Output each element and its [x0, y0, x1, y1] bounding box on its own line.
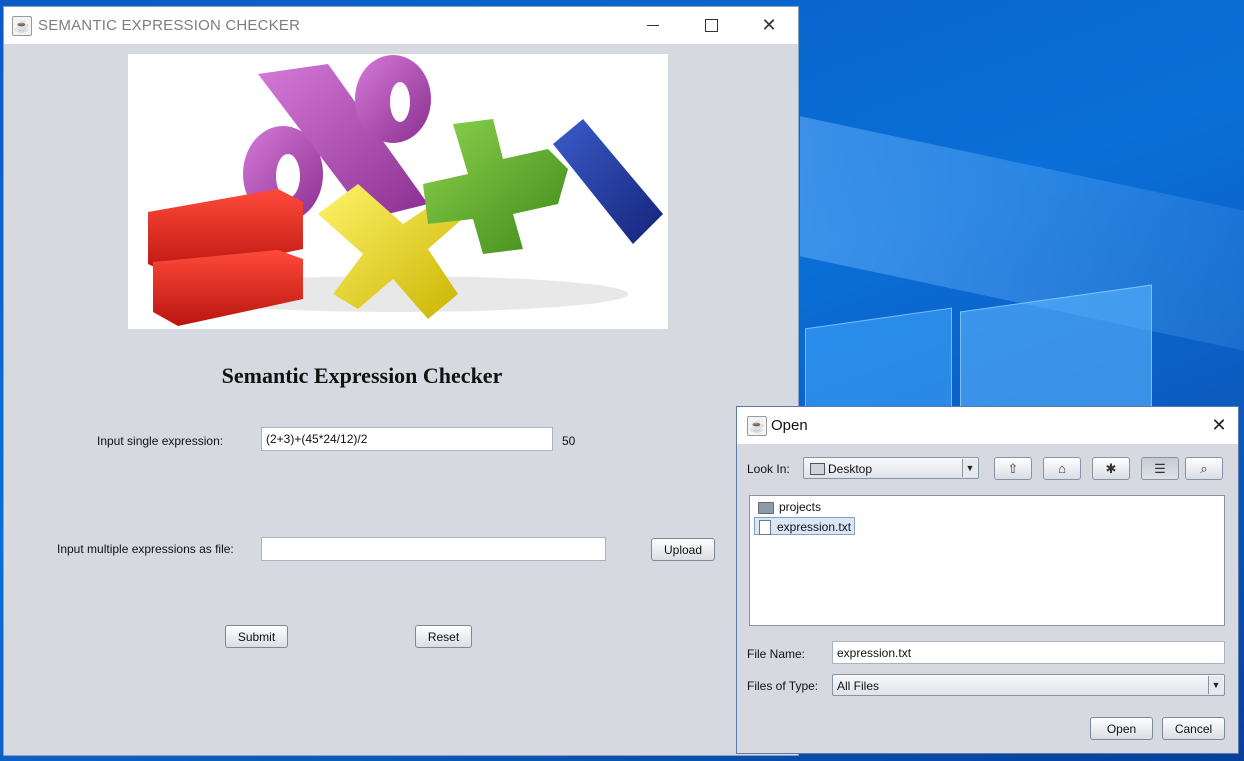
file-icon	[759, 520, 771, 536]
math-symbols-illustration	[148, 55, 663, 326]
file-path-input[interactable]	[261, 537, 606, 561]
file-name-input[interactable]	[832, 641, 1225, 664]
window-title: SEMANTIC EXPRESSION CHECKER	[38, 17, 301, 34]
files-of-type-dropdown[interactable]: All Files ▼	[832, 674, 1225, 696]
look-in-label-text: Look In:	[747, 462, 790, 476]
cancel-button[interactable]: Cancel	[1162, 717, 1225, 740]
chevron-down-icon: ▼	[1208, 676, 1223, 694]
list-view-icon: ☰	[1154, 461, 1166, 476]
close-icon: ✕	[761, 15, 777, 35]
home-icon: ⌂	[1058, 461, 1066, 476]
main-window: ☕ SEMANTIC EXPRESSION CHECKER ✕ Semantic…	[3, 6, 799, 756]
up-one-level-button[interactable]: ⇧	[994, 457, 1032, 480]
java-app-icon: ☕	[12, 16, 32, 36]
look-in-dropdown[interactable]: Desktop ▼	[803, 457, 979, 479]
list-item-file[interactable]: expression.txt	[754, 517, 856, 536]
folder-icon	[758, 501, 774, 514]
home-button[interactable]: ⌂	[1043, 457, 1081, 480]
drive-icon	[810, 463, 825, 475]
chevron-down-icon: ▼	[962, 459, 977, 477]
files-of-type-value: All Files	[837, 679, 880, 693]
open-button[interactable]: Open	[1090, 717, 1153, 740]
multiple-expressions-label: Input multiple expressions as file:	[57, 542, 234, 556]
file-name-label: File Name:	[747, 647, 806, 661]
close-button[interactable]: ✕	[740, 7, 798, 44]
look-in-value: Desktop	[828, 462, 873, 476]
file-name: projects	[779, 500, 822, 514]
java-app-icon: ☕	[747, 416, 767, 436]
new-folder-icon: ✱	[1105, 461, 1117, 476]
single-expression-input[interactable]	[261, 427, 553, 451]
files-of-type-label: Files of Type:	[747, 679, 819, 693]
file-list[interactable]: projects expression.txt	[749, 495, 1225, 626]
look-in-label: Look In:	[747, 462, 790, 476]
submit-button[interactable]: Submit	[225, 625, 288, 648]
page-title: Semantic Expression Checker	[221, 363, 503, 388]
expression-result: 50	[562, 434, 576, 448]
minus-symbol	[553, 119, 663, 244]
list-view-button[interactable]: ☰	[1141, 457, 1179, 480]
list-item-folder[interactable]: projects	[754, 498, 824, 516]
single-expression-label: Input single expression:	[97, 434, 224, 448]
new-folder-button[interactable]: ✱	[1092, 457, 1130, 480]
main-title-bar[interactable]: ☕ SEMANTIC EXPRESSION CHECKER ✕	[4, 7, 798, 44]
open-file-dialog: ☕ Open ✕ Look In: Desktop ▼ ⇧ ⌂ ✱ ☰ ⌕ pr…	[736, 406, 1239, 754]
minimize-button[interactable]	[624, 7, 682, 44]
minimize-icon	[647, 25, 659, 27]
details-view-icon: ⌕	[1200, 461, 1208, 476]
maximize-button[interactable]	[682, 7, 740, 44]
details-view-button[interactable]: ⌕	[1185, 457, 1223, 480]
dialog-title: Open	[771, 417, 808, 434]
up-one-level-icon: ⇧	[1007, 461, 1019, 476]
maximize-icon	[704, 19, 718, 33]
upload-button[interactable]: Upload	[651, 538, 715, 561]
dialog-close-button[interactable]: ✕	[1199, 407, 1239, 444]
file-name: expression.txt	[777, 520, 852, 534]
dialog-title-bar[interactable]: ☕ Open ✕	[737, 407, 1238, 444]
reset-button[interactable]: Reset	[415, 625, 472, 648]
math-symbols-banner-image	[128, 54, 668, 329]
close-icon: ✕	[1211, 415, 1227, 435]
